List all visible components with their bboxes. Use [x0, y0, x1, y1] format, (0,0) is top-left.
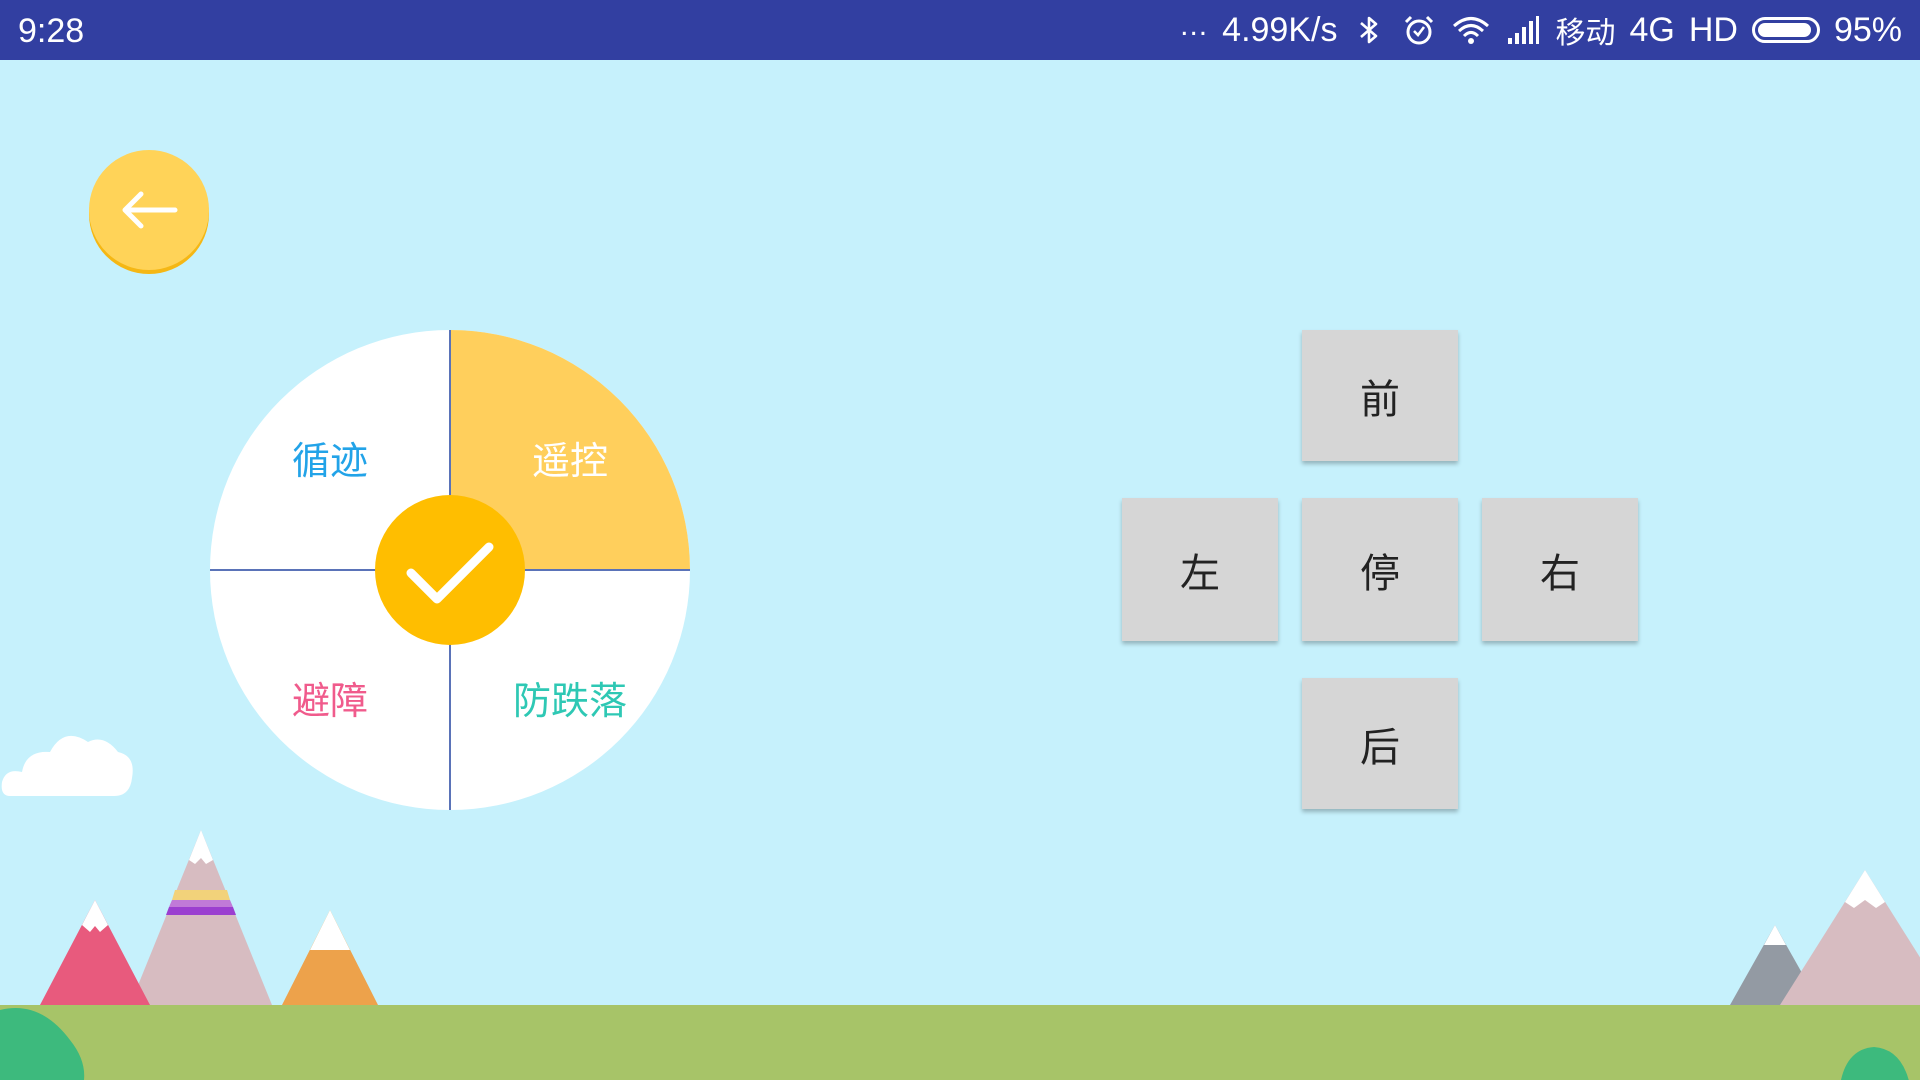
right-button[interactable]: 右: [1482, 498, 1638, 641]
mode-wheel: 循迹 遥控 避障 防跌落: [210, 330, 690, 810]
confirm-mode-button[interactable]: [375, 495, 525, 645]
status-dots: ...: [1180, 9, 1209, 42]
alarm-icon: [1405, 15, 1434, 45]
mountains-left-decoration: [40, 830, 378, 1005]
status-right: ... 4.99K/s 移动 4G HD 95%: [1180, 9, 1902, 51]
bluetooth-icon: [1360, 16, 1378, 44]
cloud-decoration: [1, 735, 133, 796]
wifi-icon: [1453, 17, 1490, 44]
hd-label: HD: [1688, 10, 1738, 49]
carrier-label: 移动: [1555, 16, 1616, 51]
remote-control-screen: 9:28 ... 4.99K/s 移动 4G HD 95% 循迹 遥控 避障 防…: [0, 0, 1920, 1080]
left-button[interactable]: 左: [1122, 498, 1278, 641]
battery-percent: 95%: [1833, 10, 1902, 49]
mode-anti-fall[interactable]: 防跌落: [450, 670, 690, 725]
mountains-right-decoration: [1730, 870, 1920, 1005]
network-speed: 4.99K/s: [1222, 10, 1338, 49]
mode-remote-control[interactable]: 遥控: [450, 430, 690, 485]
bush-left-decoration: [0, 1008, 85, 1080]
signal-icon: [1508, 16, 1540, 44]
ground-decoration: [0, 1005, 1920, 1080]
network-type: 4G: [1629, 10, 1675, 49]
battery-fill: [1757, 23, 1812, 37]
stop-button[interactable]: 停: [1302, 498, 1458, 641]
back-button[interactable]: [89, 150, 209, 270]
arrow-left-icon: [122, 191, 178, 229]
status-bar: 9:28 ... 4.99K/s 移动 4G HD 95%: [0, 0, 1920, 60]
battery-icon: [1751, 17, 1820, 43]
backward-button[interactable]: 后: [1302, 678, 1458, 809]
status-time: 9:28: [18, 12, 85, 50]
forward-button[interactable]: 前: [1302, 330, 1458, 461]
bush-right-decoration: [1841, 1047, 1909, 1080]
mode-obstacle-avoidance[interactable]: 避障: [210, 670, 450, 725]
mode-line-tracking[interactable]: 循迹: [210, 430, 450, 485]
checkmark-icon: [406, 542, 494, 604]
